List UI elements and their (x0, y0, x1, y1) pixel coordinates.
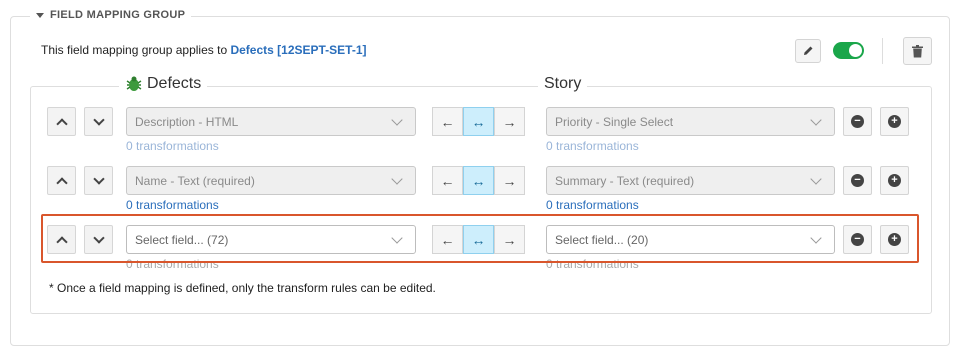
dropdown-chevron-icon (810, 173, 822, 185)
plus-circle-icon: + (888, 233, 901, 246)
remove-row-button[interactable]: − (843, 107, 872, 136)
dropdown-chevron-icon (391, 232, 403, 244)
collapse-caret-icon[interactable] (36, 12, 44, 18)
pencil-icon (804, 46, 813, 55)
chevron-down-icon (92, 172, 105, 185)
dropdown-chevron-icon (391, 114, 403, 126)
direction-right-button[interactable]: → (494, 107, 525, 136)
direction-left-button[interactable]: ← (432, 166, 463, 195)
dropdown-chevron-icon (810, 114, 822, 126)
target-transformations-link[interactable]: 0 transformations (546, 198, 639, 212)
applies-link[interactable]: Defects [12SEPT-SET-1] (230, 43, 366, 57)
target-field-select[interactable]: Select field... (20) (546, 225, 835, 254)
footnote: * Once a field mapping is defined, only … (49, 281, 436, 295)
move-up-button[interactable] (47, 225, 76, 254)
direction-right-button[interactable]: → (494, 166, 525, 195)
trash-icon (912, 44, 923, 57)
source-field-value: Name - Text (required) (135, 173, 255, 188)
source-field-select[interactable]: Name - Text (required) (126, 166, 416, 195)
minus-circle-icon: − (851, 115, 864, 128)
enable-toggle[interactable] (833, 42, 864, 59)
remove-row-button[interactable]: − (843, 225, 872, 254)
direction-both-button[interactable]: ↔ (463, 166, 494, 195)
direction-left-button[interactable]: ← (432, 225, 463, 254)
dropdown-chevron-icon (391, 173, 403, 185)
source-transformations-link[interactable]: 0 transformations (126, 198, 219, 212)
target-field-select[interactable]: Summary - Text (required) (546, 166, 835, 195)
toggle-knob (849, 44, 862, 57)
target-column-title: Story (544, 75, 582, 92)
add-row-button[interactable]: + (880, 107, 909, 136)
source-field-select[interactable]: Select field... (72) (126, 225, 416, 254)
add-row-button[interactable]: + (880, 225, 909, 254)
move-down-button[interactable] (84, 225, 113, 254)
remove-row-button[interactable]: − (843, 166, 872, 195)
direction-both-button[interactable]: ↔ (463, 225, 494, 254)
group-header[interactable]: FIELD MAPPING GROUP (30, 9, 192, 21)
source-transformations-link[interactable]: 0 transformations (126, 139, 219, 153)
bug-icon (126, 76, 142, 91)
chevron-up-icon (55, 235, 68, 248)
applies-to-text: This field mapping group applies to Defe… (41, 43, 367, 57)
delete-button[interactable] (903, 37, 932, 65)
plus-circle-icon: + (888, 174, 901, 187)
target-field-value: Summary - Text (required) (555, 173, 695, 188)
source-field-value: Description - HTML (135, 114, 239, 129)
minus-circle-icon: − (851, 174, 864, 187)
target-field-select[interactable]: Priority - Single Select (546, 107, 835, 136)
source-column-header: Defects (119, 75, 208, 93)
source-transformations-link: 0 transformations (126, 257, 219, 271)
edit-button[interactable] (795, 39, 821, 63)
move-down-button[interactable] (84, 107, 113, 136)
direction-both-button[interactable]: ↔ (463, 107, 494, 136)
source-column-title: Defects (147, 75, 202, 92)
target-transformations-link: 0 transformations (546, 257, 639, 271)
target-field-value: Select field... (20) (555, 232, 649, 247)
source-field-value: Select field... (72) (135, 232, 229, 247)
move-up-button[interactable] (47, 166, 76, 195)
add-row-button[interactable]: + (880, 166, 909, 195)
target-transformations-link[interactable]: 0 transformations (546, 139, 639, 153)
plus-circle-icon: + (888, 115, 901, 128)
move-down-button[interactable] (84, 166, 113, 195)
minus-circle-icon: − (851, 233, 864, 246)
chevron-down-icon (92, 113, 105, 126)
move-up-button[interactable] (47, 107, 76, 136)
divider (882, 38, 883, 64)
target-column-header: Story (538, 75, 588, 93)
chevron-down-icon (92, 231, 105, 244)
group-title: FIELD MAPPING GROUP (50, 9, 186, 21)
direction-left-button[interactable]: ← (432, 107, 463, 136)
source-field-select[interactable]: Description - HTML (126, 107, 416, 136)
applies-label: This field mapping group applies to (41, 43, 228, 57)
chevron-up-icon (55, 176, 68, 189)
dropdown-chevron-icon (810, 232, 822, 244)
chevron-up-icon (55, 117, 68, 130)
target-field-value: Priority - Single Select (555, 114, 674, 129)
direction-right-button[interactable]: → (494, 225, 525, 254)
